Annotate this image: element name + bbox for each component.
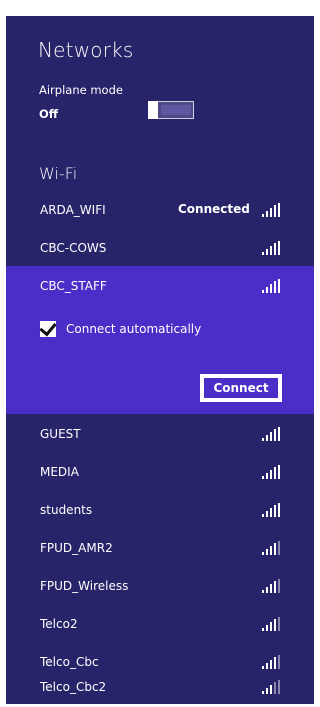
network-row-cbc-staff[interactable]: CBC_STAFF bbox=[6, 268, 314, 306]
connect-button-label: Connect bbox=[213, 381, 269, 395]
network-row-fpud-amr2[interactable]: FPUD_AMR2 bbox=[6, 530, 314, 568]
network-name: FPUD_Wireless bbox=[40, 579, 129, 593]
network-name: MEDIA bbox=[40, 465, 79, 479]
network-name: FPUD_AMR2 bbox=[40, 541, 113, 555]
network-name: Telco2 bbox=[40, 617, 78, 631]
network-name: students bbox=[40, 503, 93, 517]
wifi-signal-icon bbox=[262, 241, 280, 255]
airplane-mode-label: Airplane mode bbox=[39, 83, 123, 97]
toggle-track bbox=[161, 105, 191, 115]
toggle-thumb[interactable] bbox=[148, 101, 158, 119]
wifi-signal-icon bbox=[262, 541, 280, 555]
network-name: ARDA_WIFI bbox=[40, 203, 106, 217]
wifi-signal-icon bbox=[262, 203, 280, 217]
network-name: GUEST bbox=[40, 427, 81, 441]
network-name: CBC_STAFF bbox=[40, 279, 107, 293]
wifi-signal-icon bbox=[262, 655, 280, 669]
network-row-students[interactable]: students bbox=[6, 492, 314, 530]
network-name: Telco_Cbc bbox=[40, 655, 99, 669]
connection-status: Connected bbox=[178, 202, 250, 216]
network-row-telco2[interactable]: Telco2 bbox=[6, 606, 314, 644]
wifi-signal-icon bbox=[262, 279, 280, 293]
network-name: CBC-COWS bbox=[40, 241, 107, 255]
network-name: Telco_Cbc2 bbox=[40, 680, 107, 694]
airplane-mode-value: Off bbox=[39, 107, 59, 121]
network-row-telco-cbc2[interactable]: Telco_Cbc2 bbox=[6, 669, 314, 707]
wifi-signal-icon bbox=[262, 427, 280, 441]
wifi-signal-icon bbox=[262, 579, 280, 593]
wifi-signal-icon bbox=[262, 617, 280, 631]
networks-panel: Networks Airplane mode Off Wi-Fi ARDA_WI… bbox=[6, 16, 314, 704]
connect-automatically-checkbox[interactable] bbox=[39, 318, 57, 337]
connect-automatically-label[interactable]: Connect automatically bbox=[66, 322, 201, 336]
network-row-arda-wifi[interactable]: ARDA_WIFI Connected bbox=[6, 192, 314, 230]
connect-button[interactable]: Connect bbox=[200, 374, 282, 402]
network-row-cbc-cows[interactable]: CBC-COWS bbox=[6, 230, 314, 268]
panel-title: Networks bbox=[38, 38, 134, 62]
airplane-mode-toggle[interactable] bbox=[148, 101, 194, 119]
network-row-fpud-wireless[interactable]: FPUD_Wireless bbox=[6, 568, 314, 606]
top-fragment bbox=[0, 0, 314, 16]
network-row-guest[interactable]: GUEST bbox=[6, 416, 314, 454]
wifi-signal-icon bbox=[262, 680, 280, 694]
wifi-signal-icon bbox=[262, 465, 280, 479]
checkmark-icon bbox=[39, 318, 57, 337]
wifi-signal-icon bbox=[262, 503, 280, 517]
network-row-media[interactable]: MEDIA bbox=[6, 454, 314, 492]
wifi-heading: Wi-Fi bbox=[39, 164, 78, 183]
